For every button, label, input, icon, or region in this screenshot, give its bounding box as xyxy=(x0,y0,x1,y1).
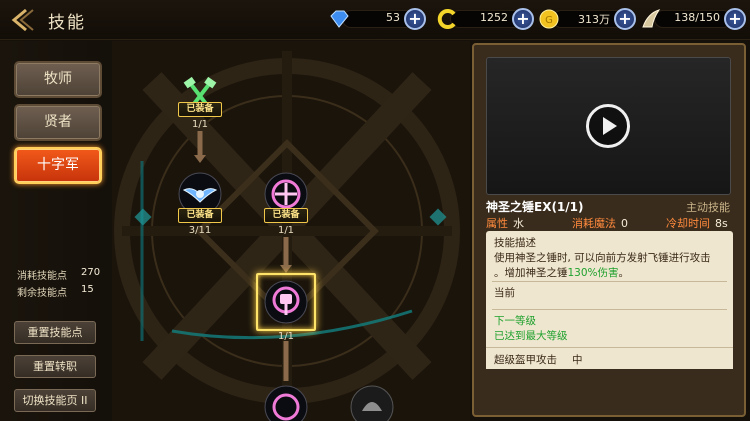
skill-node-6[interactable] xyxy=(350,385,394,421)
skill-mana-cost: 消耗魔法 0 xyxy=(572,215,628,231)
damage-bonus: 130%伤害 xyxy=(567,267,619,279)
top-bar: 技能 53 + 1252 + G 313万 + 138/150 + xyxy=(0,0,750,40)
add-ticket-button[interactable]: + xyxy=(512,8,534,30)
cooldown-label: 冷却时间 xyxy=(666,217,710,230)
reset-skill-points-button[interactable]: 重置技能点 xyxy=(14,321,96,344)
left-panel: 牧师 贤者 十字军 消耗技能点 270 剩余技能点 15 重置技能点 重置转职 … xyxy=(0,41,112,421)
description-text: 。增加神圣之锤 xyxy=(494,267,568,279)
used-points-label: 消耗技能点 xyxy=(17,271,67,282)
skill-attribute: 属性水 xyxy=(486,215,524,231)
holy-hammer-icon xyxy=(264,280,308,324)
wing-icon xyxy=(642,9,661,28)
tab-sage[interactable]: 贤者 xyxy=(14,104,102,141)
super-armor-label: 超级盔甲攻击 xyxy=(494,354,557,366)
svg-text:G: G xyxy=(545,15,553,26)
remaining-skill-points: 剩余技能点 15 xyxy=(17,284,94,299)
pink-skill-icon xyxy=(264,385,308,421)
skill-level: 1/1 xyxy=(191,119,209,130)
description-text: 。 xyxy=(618,267,630,279)
current-level-label: 当前 xyxy=(494,287,515,299)
equipped-tag: 已装备 xyxy=(178,102,222,117)
gold-count: 313万 xyxy=(578,13,610,26)
description-line: 。增加神圣之锤130%伤害。 xyxy=(494,265,629,280)
skill-level: 3/11 xyxy=(188,225,212,236)
used-skill-points: 消耗技能点 270 xyxy=(17,267,100,282)
mana-label: 消耗魔法 xyxy=(572,217,616,230)
cooldown-value: 8s xyxy=(715,217,728,230)
skill-node-4[interactable] xyxy=(264,280,308,324)
gem-count: 53 xyxy=(386,11,400,24)
next-level-label: 下一等级 xyxy=(494,315,536,327)
description-title: 技能描述 xyxy=(494,237,536,249)
super-armor-row: 超级盔甲攻击 中 xyxy=(486,347,733,369)
stamina-resource: 138/150 + xyxy=(640,8,748,30)
skill-name: 神圣之锤EX(1/1) xyxy=(486,200,584,214)
skill-tree: 已装备 1/1 已装备 3/11 已装备 1/1 1/1 xyxy=(112,41,470,421)
page-title: 技能 xyxy=(48,13,86,33)
skill-cooldown: 冷却时间 8s xyxy=(666,215,728,231)
used-points-value: 270 xyxy=(81,267,101,278)
ticket-resource: 1252 + xyxy=(436,8,536,30)
play-button[interactable] xyxy=(586,104,630,148)
back-arrow-icon xyxy=(11,8,34,32)
add-stamina-button[interactable]: + xyxy=(724,8,746,30)
skill-level: 1/1 xyxy=(277,225,295,236)
skill-node-5[interactable] xyxy=(264,385,308,421)
skill-type: 主动技能 xyxy=(686,201,730,214)
switch-skill-page-button[interactable]: 切换技能页 II xyxy=(14,389,96,412)
back-button[interactable] xyxy=(8,6,38,34)
ticket-count: 1252 xyxy=(480,11,508,24)
add-gem-button[interactable]: + xyxy=(404,8,426,30)
equipped-tag: 已装备 xyxy=(178,208,222,223)
mana-value: 0 xyxy=(621,217,628,230)
super-armor-value: 中 xyxy=(572,354,583,366)
description-line: 使用神圣之锤时, 可以向前方发射飞锤进行攻击 xyxy=(494,252,711,264)
gem-resource: 53 + xyxy=(328,8,428,30)
skill-detail-panel: 神圣之锤EX(1/1) 主动技能 属性水 消耗魔法 0 冷却时间 8s 技能描述 使… xyxy=(472,43,746,417)
skill-level: 1/1 xyxy=(277,331,295,342)
play-icon xyxy=(603,117,617,135)
attribute-value: 水 xyxy=(513,217,524,230)
gold-coin-icon: G xyxy=(539,9,559,29)
reset-job-button[interactable]: 重置转职 xyxy=(14,355,96,378)
attribute-label: 属性 xyxy=(486,217,508,230)
tab-crusader[interactable]: 十字军 xyxy=(14,147,102,184)
ticket-icon xyxy=(437,9,456,29)
remaining-points-label: 剩余技能点 xyxy=(17,288,67,299)
max-level-text: 已达到最大等级 xyxy=(494,330,568,342)
gold-resource: G 313万 + xyxy=(538,8,638,30)
stamina-count: 138/150 xyxy=(674,11,720,24)
gem-icon xyxy=(330,10,349,28)
locked-skill-icon xyxy=(350,385,394,421)
equipped-tag: 已装备 xyxy=(264,208,308,223)
remaining-points-value: 15 xyxy=(81,284,94,295)
skill-preview-video[interactable] xyxy=(486,57,731,195)
add-gold-button[interactable]: + xyxy=(614,8,636,30)
tab-priest[interactable]: 牧师 xyxy=(14,61,102,98)
